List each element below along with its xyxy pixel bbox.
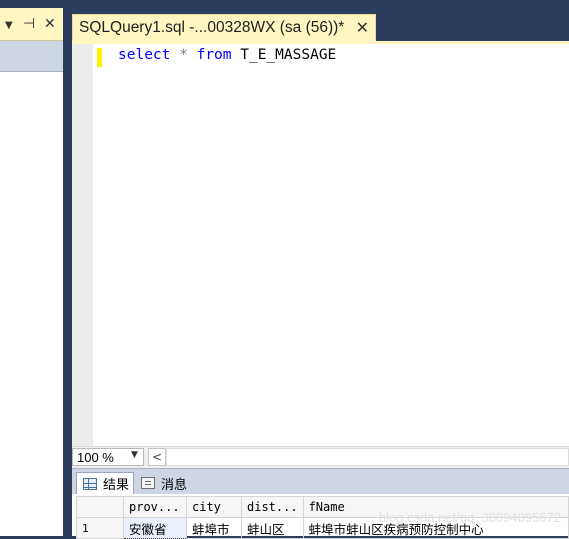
code-token: T_E_MASSAGE bbox=[231, 47, 337, 63]
column-header[interactable]: prov... bbox=[123, 496, 187, 518]
row-number[interactable]: 1 bbox=[76, 517, 124, 539]
results-tabstrip: 结果 消息 bbox=[72, 468, 569, 495]
code-token: from bbox=[196, 47, 232, 63]
row-header-corner[interactable] bbox=[76, 496, 124, 518]
zoom-bar: 100 % ▼ < bbox=[72, 446, 569, 468]
panel-top-strip bbox=[0, 0, 63, 6]
table-cell[interactable]: 蚌埠市 bbox=[186, 517, 242, 539]
dropdown-arrow-icon[interactable]: ▼ bbox=[5, 18, 13, 34]
zoom-value: 100 % bbox=[77, 450, 114, 465]
change-marker bbox=[97, 48, 102, 67]
editor-margin bbox=[72, 44, 93, 446]
chevron-down-icon[interactable]: ▼ bbox=[131, 450, 138, 460]
code-token: * bbox=[179, 47, 188, 63]
grid-icon bbox=[83, 477, 97, 490]
horizontal-scrollbar[interactable] bbox=[166, 448, 569, 466]
panel-toolbar bbox=[0, 41, 63, 72]
table-cell[interactable]: 安徽省 bbox=[123, 517, 187, 539]
close-tab-icon[interactable]: ✕ bbox=[356, 19, 369, 37]
tab-title: SQLQuery1.sql -...00328WX (sa (56))* bbox=[79, 19, 345, 36]
object-explorer-tree[interactable] bbox=[0, 72, 63, 536]
panel-splitter[interactable] bbox=[63, 0, 71, 536]
code-token: select bbox=[118, 47, 171, 63]
table-cell[interactable]: 蚌山区 bbox=[241, 517, 304, 539]
tab-messages[interactable]: 消息 bbox=[135, 472, 195, 494]
tab-results[interactable]: 结果 bbox=[76, 472, 134, 494]
tab-sqlquery1[interactable]: SQLQuery1.sql -...00328WX (sa (56))* ✕ bbox=[72, 14, 376, 42]
column-header[interactable]: dist... bbox=[241, 496, 304, 518]
watermark: blog.csdn.net/qq_38094095672 bbox=[378, 510, 561, 525]
column-header[interactable]: city bbox=[186, 496, 242, 518]
code-line[interactable]: select * from T_E_MASSAGE bbox=[118, 47, 336, 63]
tab-results-label: 结果 bbox=[103, 478, 130, 493]
pin-icon[interactable]: ⊣ bbox=[23, 16, 35, 32]
object-explorer-panel: ▼ ⊣ ✕ bbox=[0, 0, 63, 536]
zoom-select[interactable]: 100 % ▼ bbox=[72, 448, 144, 466]
query-editor[interactable]: select * from T_E_MASSAGE bbox=[72, 44, 569, 446]
panel-header: ▼ ⊣ ✕ bbox=[0, 8, 63, 41]
messages-icon bbox=[141, 477, 155, 489]
close-icon[interactable]: ✕ bbox=[44, 16, 56, 32]
scroll-left-button[interactable]: < bbox=[148, 448, 166, 466]
tab-messages-label: 消息 bbox=[161, 477, 188, 493]
results-grid[interactable]: prov... city dist... fName 1 安徽省 蚌埠市 蚌山区… bbox=[72, 494, 569, 539]
